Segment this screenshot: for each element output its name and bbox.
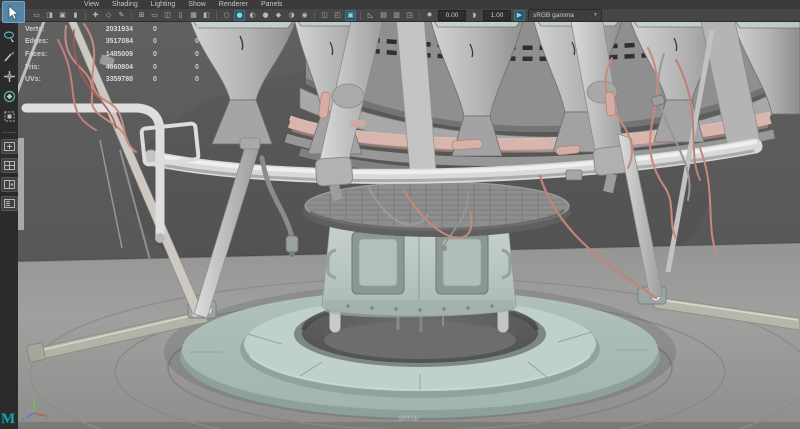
svg-text:x: x [46, 414, 49, 420]
menu-renderer[interactable]: Renderer [219, 0, 248, 9]
xray-icon[interactable]: ◫ [319, 10, 330, 21]
pencil-icon[interactable]: ✎ [116, 10, 127, 21]
bookmark-icon[interactable]: ▮ [70, 10, 81, 21]
svg-text:y: y [32, 396, 35, 402]
grid-icon[interactable]: ⊞ [136, 10, 147, 21]
exposure-icon[interactable]: ✹ [424, 10, 435, 21]
lasso-tool[interactable] [1, 28, 17, 44]
gamma-icon[interactable]: ◗ [469, 10, 480, 21]
outliner-pane-layout-button[interactable] [1, 196, 18, 211]
cursor-icon[interactable]: ◇ [103, 10, 114, 21]
maya-logo: M [1, 412, 15, 427]
use-default-material-icon[interactable]: ● [260, 10, 271, 21]
scale-tool[interactable] [1, 108, 17, 124]
exposure-field[interactable]: 0.00 [438, 10, 466, 21]
poly-count-hud: Verts:2031934 00 Edges:3517084 00 Faces:… [25, 23, 217, 86]
hud-row-faces: Faces:1485009 00 [25, 48, 217, 61]
textured-icon[interactable]: ◐ [247, 10, 258, 21]
split-pane-layout-button[interactable] [1, 177, 18, 192]
gate-mask-icon[interactable]: ▯ [175, 10, 186, 21]
view-axis-gizmo: y x z [22, 395, 52, 421]
menu-view[interactable]: View [84, 0, 99, 9]
panel-menubar: View Shading Lighting Show Renderer Pane… [0, 0, 800, 9]
shaded-icon[interactable]: ● [234, 10, 245, 21]
field-chart-icon[interactable]: ▦ [188, 10, 199, 21]
menu-lighting[interactable]: Lighting [151, 0, 176, 9]
svg-text:z: z [22, 417, 25, 421]
hud-row-edges: Edges:3517084 00 [25, 36, 217, 49]
camera-name-label: persp [18, 413, 800, 422]
safe-title-icon[interactable]: ◧ [201, 10, 212, 21]
menu-shading[interactable]: Shading [112, 0, 138, 9]
wireframe-icon[interactable]: ○ [221, 10, 232, 21]
view-transform-label: sRGB gamma [529, 12, 593, 19]
snapshot-icon[interactable]: ◺ [365, 10, 376, 21]
toolbox-separator [2, 132, 16, 133]
gamma-field[interactable]: 1.00 [483, 10, 511, 21]
view-transform-icon[interactable]: ▶ [514, 10, 525, 21]
shadows-icon[interactable]: ◑ [286, 10, 297, 21]
tool-box-column [0, 22, 18, 429]
lock-camera-icon[interactable]: ◨ [44, 10, 55, 21]
ao-icon[interactable]: ◉ [299, 10, 310, 21]
plugin-shading-icon[interactable]: ▣ [345, 10, 356, 21]
figure-icon[interactable]: ✚ [90, 10, 101, 21]
select-tool-active[interactable] [2, 1, 25, 23]
menu-panels[interactable]: Panels [261, 0, 282, 9]
resolution-gate-icon[interactable]: ◫ [162, 10, 173, 21]
hud-row-tris: Tris:4060804 00 [25, 61, 217, 74]
four-pane-layout-button[interactable] [1, 158, 18, 173]
panel-toolbar: ▭ ◨ ▣ ▮ ✚ ◇ ✎ ⊞ ▭ ◫ ▯ ▦ ◧ ○ ● ◐ ● ◆ ◑ ◉ … [0, 9, 800, 22]
view-transform-dropdown[interactable]: sRGB gamma ▼ [528, 9, 602, 22]
chevron-down-icon: ▼ [593, 12, 601, 18]
copy-icon[interactable]: ▤ [378, 10, 389, 21]
single-pane-layout-button[interactable] [1, 139, 18, 154]
lights-icon[interactable]: ◆ [273, 10, 284, 21]
isolate-select-icon[interactable]: ◰ [332, 10, 343, 21]
hud-row-verts: Verts:2031934 00 [25, 23, 217, 36]
cursor-arrow-icon [7, 5, 20, 20]
export-icon[interactable]: ◳ [404, 10, 415, 21]
camera-attributes-icon[interactable]: ▣ [57, 10, 68, 21]
paste-icon[interactable]: ▥ [391, 10, 402, 21]
paint-select-tool[interactable] [1, 48, 17, 64]
move-tool[interactable] [1, 68, 17, 84]
menu-show[interactable]: Show [188, 0, 206, 9]
hud-row-uvs: UVs:3359788 00 [25, 73, 217, 86]
film-gate-icon[interactable]: ▭ [149, 10, 160, 21]
rotate-tool[interactable] [1, 88, 17, 104]
select-camera-icon[interactable]: ▭ [31, 10, 42, 21]
